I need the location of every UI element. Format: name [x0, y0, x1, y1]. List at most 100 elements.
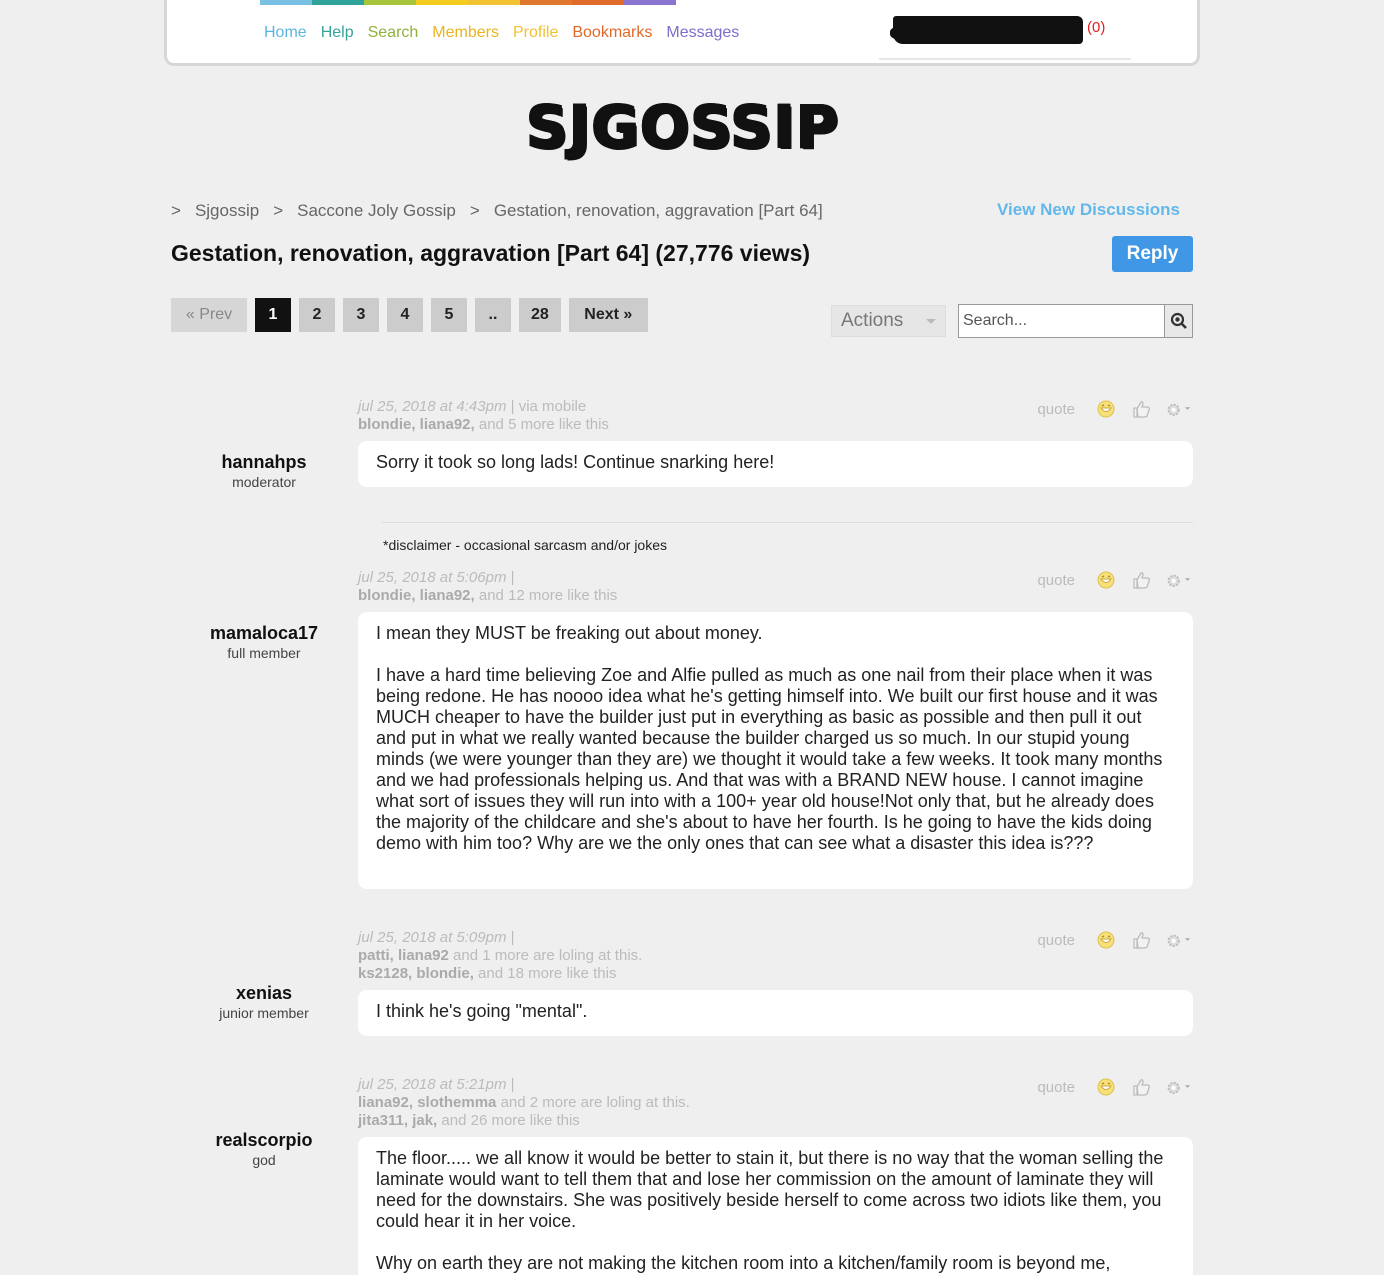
signature-divider: [382, 522, 1193, 523]
lol-summary[interactable]: and 1 more are loling at this.: [449, 947, 642, 964]
page-1-button[interactable]: 1: [255, 298, 291, 332]
page-5-button[interactable]: 5: [431, 298, 467, 332]
page-3-button[interactable]: 3: [343, 298, 379, 332]
lol-summary[interactable]: and 2 more are loling at this.: [496, 1094, 690, 1111]
page-28-button[interactable]: 28: [519, 298, 561, 332]
actions-dropdown[interactable]: Actions: [831, 305, 946, 337]
redaction-mark: [893, 16, 1083, 44]
gear-icon[interactable]: [1165, 569, 1191, 591]
author-name[interactable]: xenias: [171, 983, 357, 1004]
quote-button[interactable]: quote: [1037, 572, 1075, 589]
likes-summary[interactable]: and 12 more like this: [475, 587, 617, 604]
gear-icon[interactable]: [1165, 1076, 1191, 1098]
nav-help[interactable]: Help: [321, 24, 354, 42]
reply-button[interactable]: Reply: [1112, 236, 1193, 272]
like-hand-icon[interactable]: [1129, 398, 1155, 420]
chevron-down-icon: [926, 319, 936, 324]
like-hand-icon[interactable]: [1129, 929, 1155, 951]
breadcrumb-separator: >: [273, 201, 284, 220]
likers[interactable]: blondie, liana92,: [358, 587, 475, 604]
search-button[interactable]: [1164, 305, 1192, 337]
lol-icon[interactable]: [1093, 929, 1119, 951]
search-input[interactable]: [959, 305, 1165, 337]
quote-button[interactable]: quote: [1037, 1079, 1075, 1096]
post-author: mamaloca17 full member: [171, 623, 357, 661]
post-date[interactable]: jul 25, 2018 at 4:43pm: [358, 398, 506, 415]
nav-bookmarks[interactable]: Bookmarks: [572, 24, 652, 42]
post-text: The floor..... we all know it would be b…: [376, 1148, 1164, 1231]
redaction-mark: [890, 26, 920, 40]
likers[interactable]: ks2128, blondie,: [358, 965, 474, 982]
likes-summary[interactable]: and 5 more like this: [475, 416, 609, 433]
like-hand-icon[interactable]: [1129, 569, 1155, 591]
author-name[interactable]: realscorpio: [171, 1130, 357, 1151]
post-tools: quote: [1037, 1076, 1191, 1098]
breadcrumb-thread[interactable]: Gestation, renovation, aggravation [Part…: [494, 201, 823, 221]
author-name[interactable]: mamaloca17: [171, 623, 357, 644]
breadcrumb-sjgossip[interactable]: Sjgossip: [195, 201, 259, 221]
post-via: |: [510, 929, 515, 946]
author-name[interactable]: hannahps: [171, 452, 357, 473]
lol-icon[interactable]: [1093, 569, 1119, 591]
message-count[interactable]: (0): [1087, 19, 1105, 36]
breadcrumb-saccone-joly-gossip[interactable]: Saccone Joly Gossip: [297, 201, 456, 221]
color-bar-segment: [572, 0, 624, 5]
likes-summary[interactable]: and 18 more like this: [474, 965, 616, 982]
color-bar-segment: [468, 0, 520, 5]
next-page-button[interactable]: Next »: [568, 298, 648, 332]
pagination: « Prev 1 2 3 4 5 .. 28 Next »: [171, 298, 648, 332]
likers[interactable]: jita311, jak,: [358, 1112, 437, 1129]
breadcrumb: > Sjgossip > Saccone Joly Gossip > Gesta…: [171, 201, 823, 221]
color-bar-segment: [312, 0, 364, 5]
post-tools: quote: [1037, 398, 1191, 420]
quote-button[interactable]: quote: [1037, 401, 1075, 418]
prev-page-button[interactable]: « Prev: [171, 298, 247, 332]
post-via: |: [510, 569, 515, 586]
gear-icon[interactable]: [1165, 929, 1191, 951]
likers[interactable]: blondie, liana92,: [358, 416, 475, 433]
nav-home[interactable]: Home: [264, 24, 307, 42]
page-ellipsis[interactable]: ..: [475, 298, 511, 332]
lolers[interactable]: liana92, slothemma: [358, 1094, 496, 1111]
post-date[interactable]: jul 25, 2018 at 5:09pm: [358, 929, 506, 946]
color-bar: [260, 0, 676, 5]
quote-button[interactable]: quote: [1037, 932, 1075, 949]
actions-label: Actions: [841, 310, 904, 331]
post-body: I mean they MUST be freaking out about m…: [358, 612, 1193, 889]
post-text: Sorry it took so long lads! Continue sna…: [376, 452, 775, 472]
likes-summary[interactable]: and 26 more like this: [437, 1112, 579, 1129]
gear-icon[interactable]: [1165, 398, 1191, 420]
post-tools: quote: [1037, 929, 1191, 951]
lol-icon[interactable]: [1093, 1076, 1119, 1098]
post-author: hannahps moderator: [171, 452, 357, 490]
search-box: [958, 304, 1193, 338]
post-text: I think he's going "mental".: [376, 1001, 588, 1021]
post-date[interactable]: jul 25, 2018 at 5:21pm: [358, 1076, 506, 1093]
color-bar-segment: [364, 0, 416, 5]
nav-members[interactable]: Members: [432, 24, 499, 42]
lol-icon[interactable]: [1093, 398, 1119, 420]
post-date[interactable]: jul 25, 2018 at 5:06pm: [358, 569, 506, 586]
main-nav: Home Help Search Members Profile Bookmar…: [264, 24, 739, 42]
post-meta: jul 25, 2018 at 5:06pm | blondie, liana9…: [358, 569, 617, 605]
site-logo[interactable]: SJGOSSIP: [525, 95, 839, 159]
color-bar-segment: [416, 0, 468, 5]
nav-search[interactable]: Search: [368, 24, 419, 42]
page-2-button[interactable]: 2: [299, 298, 335, 332]
color-bar-segment: [624, 0, 676, 5]
nav-messages[interactable]: Messages: [666, 24, 739, 42]
post-body: Sorry it took so long lads! Continue sna…: [358, 441, 1193, 487]
breadcrumb-separator: >: [469, 201, 480, 220]
lolers[interactable]: patti, liana92: [358, 947, 449, 964]
post-via: | via mobile: [510, 398, 587, 415]
post-body: I think he's going "mental".: [358, 990, 1193, 1036]
breadcrumb-separator: >: [171, 201, 181, 220]
author-role: full member: [227, 645, 301, 661]
redacted-username[interactable]: [890, 16, 1085, 44]
post-text: I have a hard time believing Zoe and Alf…: [376, 665, 1163, 853]
view-new-discussions-link[interactable]: View New Discussions: [997, 200, 1180, 220]
author-role: god: [252, 1152, 276, 1168]
nav-profile[interactable]: Profile: [513, 24, 558, 42]
like-hand-icon[interactable]: [1129, 1076, 1155, 1098]
page-4-button[interactable]: 4: [387, 298, 423, 332]
